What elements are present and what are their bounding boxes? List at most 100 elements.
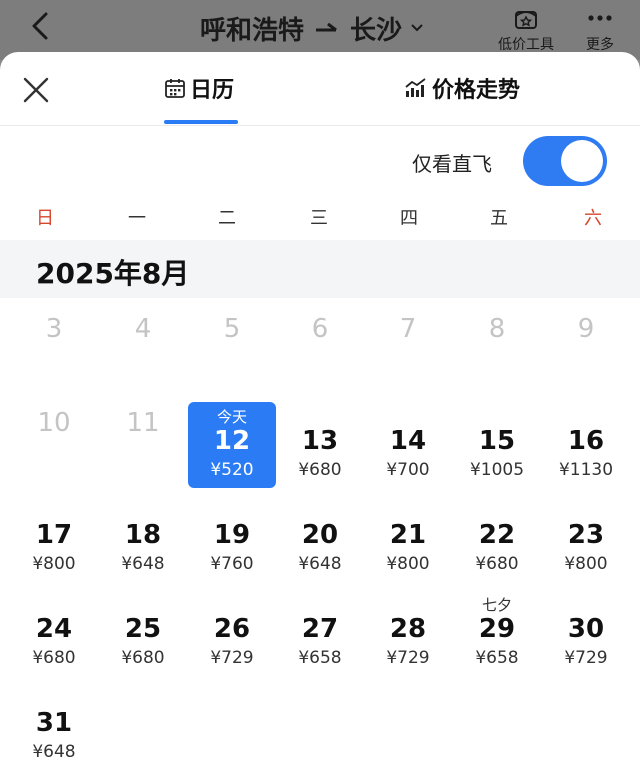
day-number: 10 xyxy=(37,408,71,438)
calendar-day-15[interactable]: 15 ¥1005 xyxy=(453,408,541,494)
calendar-day-18[interactable]: 18 ¥648 xyxy=(99,502,187,588)
calendar-day-26[interactable]: 26 ¥729 xyxy=(188,596,276,682)
calendar-day-8: 8 xyxy=(453,296,541,382)
day-number: 17 xyxy=(35,520,73,550)
day-price: ¥680 xyxy=(298,460,342,480)
day-number: 19 xyxy=(213,520,251,550)
day-price: ¥800 xyxy=(564,554,608,574)
calendar-day-4: 4 xyxy=(99,296,187,382)
day-number: 25 xyxy=(124,614,162,644)
day-price: ¥648 xyxy=(298,554,342,574)
weekday-header: 日 一 二 三 四 五 六 xyxy=(0,204,640,242)
close-icon[interactable] xyxy=(22,76,50,104)
calendar-day-12[interactable]: 今天 12 ¥520 xyxy=(188,402,276,488)
more-label: 更多 xyxy=(586,37,614,53)
day-price: ¥648 xyxy=(32,742,76,762)
tab-price-trend[interactable]: 价格走势 xyxy=(404,72,520,104)
day-number: 6 xyxy=(311,314,329,344)
day-number: 14 xyxy=(389,426,427,456)
day-price: ¥680 xyxy=(475,554,519,574)
calendar-day-29[interactable]: 七夕 29 ¥658 xyxy=(453,596,541,682)
day-number: 20 xyxy=(301,520,339,550)
calendar-day-19[interactable]: 19 ¥760 xyxy=(188,502,276,588)
day-price: ¥658 xyxy=(298,648,342,668)
day-number: 30 xyxy=(567,614,605,644)
calendar-day-24[interactable]: 24 ¥680 xyxy=(10,596,98,682)
day-price: ¥520 xyxy=(210,460,254,480)
calendar-day-20[interactable]: 20 ¥648 xyxy=(276,502,364,588)
day-number: 28 xyxy=(389,614,427,644)
calendar-day-30[interactable]: 30 ¥729 xyxy=(542,596,630,682)
month-header: 2025年8月 xyxy=(0,240,640,298)
day-price: ¥680 xyxy=(32,648,76,668)
low-price-tool-label: 低价工具 xyxy=(498,37,554,53)
day-number: 8 xyxy=(488,314,506,344)
day-price: ¥800 xyxy=(386,554,430,574)
day-price: ¥729 xyxy=(386,648,430,668)
day-number: 9 xyxy=(577,314,595,344)
calendar-day-7: 7 xyxy=(364,296,452,382)
day-number: 21 xyxy=(389,520,427,550)
direct-flight-filter: 仅看直飞 xyxy=(0,126,640,204)
calendar-day-13[interactable]: 13 ¥680 xyxy=(276,408,364,494)
weekday-tue: 二 xyxy=(218,208,236,229)
calendar-day-25[interactable]: 25 ¥680 xyxy=(99,596,187,682)
day-price: ¥1005 xyxy=(469,460,525,480)
calendar-day-21[interactable]: 21 ¥800 xyxy=(364,502,452,588)
weekday-sun: 日 xyxy=(36,208,54,229)
day-number: 15 xyxy=(478,426,516,456)
calendar-day-3: 3 xyxy=(10,296,98,382)
sheet-header: 日历 价格走势 xyxy=(0,52,640,126)
day-note: 今天 xyxy=(216,408,247,426)
weekday-thu: 四 xyxy=(400,208,418,229)
route-arrow-icon xyxy=(316,22,337,32)
calendar-day-23[interactable]: 23 ¥800 xyxy=(542,502,630,588)
shop-icon xyxy=(513,6,539,30)
day-number: 3 xyxy=(45,314,63,344)
tab-price-trend-label: 价格走势 xyxy=(432,78,521,103)
calendar-day-14[interactable]: 14 ¥700 xyxy=(364,408,452,494)
day-number: 24 xyxy=(35,614,73,644)
day-number: 13 xyxy=(301,426,339,456)
calendar-day-17[interactable]: 17 ¥800 xyxy=(10,502,98,588)
calendar-day-27[interactable]: 27 ¥658 xyxy=(276,596,364,682)
more-dots-icon xyxy=(587,6,613,30)
direct-flight-toggle[interactable] xyxy=(523,136,607,186)
day-price: ¥1130 xyxy=(558,460,614,480)
trend-chart-icon xyxy=(405,78,426,97)
calendar-day-11: 11 xyxy=(99,390,187,476)
day-number: 4 xyxy=(134,314,152,344)
day-number: 5 xyxy=(223,314,241,344)
calendar-day-22[interactable]: 22 ¥680 xyxy=(453,502,541,588)
toggle-knob xyxy=(561,140,603,182)
calendar-day-31[interactable]: 31 ¥648 xyxy=(10,690,98,764)
calendar-day-6: 6 xyxy=(276,296,364,382)
day-number: 27 xyxy=(301,614,339,644)
calendar-day-16[interactable]: 16 ¥1130 xyxy=(542,408,630,494)
calendar-day-9: 9 xyxy=(542,296,630,382)
route-selector[interactable]: 呼和浩特 长沙 xyxy=(200,10,424,46)
day-number: 18 xyxy=(124,520,162,550)
day-number: 12 xyxy=(213,426,251,456)
calendar-day-28[interactable]: 28 ¥729 xyxy=(364,596,452,682)
weekday-mon: 一 xyxy=(128,208,146,229)
day-number: 7 xyxy=(399,314,417,344)
back-arrow-icon[interactable] xyxy=(26,10,58,42)
chevron-down-icon xyxy=(411,24,423,32)
calendar-day-5: 5 xyxy=(188,296,276,382)
day-price: ¥729 xyxy=(210,648,254,668)
day-number: 22 xyxy=(478,520,516,550)
top-nav-bar: 呼和浩特 长沙 低价工具 更多 xyxy=(0,0,640,60)
day-number: 29 xyxy=(478,614,516,644)
tab-calendar-label: 日历 xyxy=(190,78,235,103)
day-price: ¥800 xyxy=(32,554,76,574)
tab-calendar[interactable]: 日历 xyxy=(164,72,234,104)
day-number: 26 xyxy=(213,614,251,644)
day-number: 11 xyxy=(126,408,160,438)
day-price: ¥680 xyxy=(121,648,165,668)
day-price: ¥700 xyxy=(386,460,430,480)
calendar-icon xyxy=(165,79,185,98)
low-price-tool-button[interactable]: 低价工具 xyxy=(498,6,554,54)
weekday-wed: 三 xyxy=(310,208,328,229)
more-button[interactable]: 更多 xyxy=(586,6,614,54)
